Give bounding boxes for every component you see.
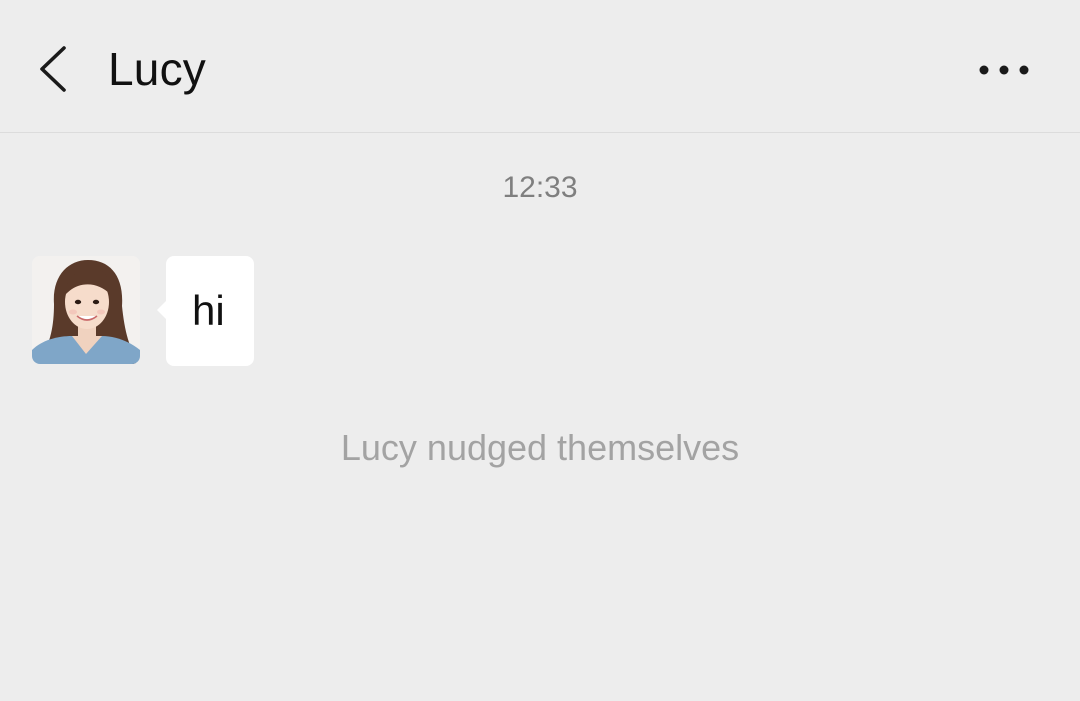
avatar-image [32,256,140,364]
message-bubble[interactable]: hi [157,256,254,366]
system-notice: Lucy nudged themselves [340,427,740,468]
back-button[interactable] [26,36,82,102]
message-timestamp: 12:33 [502,171,578,204]
message-text: hi [192,287,225,334]
chevron-left-icon [40,46,66,92]
contact-avatar[interactable] [32,256,140,364]
message-row: hi [32,256,632,366]
bubble-tail [157,300,167,320]
more-options-button[interactable] [966,44,1042,96]
chat-header: Lucy [0,0,1080,133]
chat-title: Lucy [108,43,206,95]
more-dots-icon [979,65,1029,75]
chat-area[interactable]: 12:33 hi Lucy nudged themselves [0,134,1080,701]
